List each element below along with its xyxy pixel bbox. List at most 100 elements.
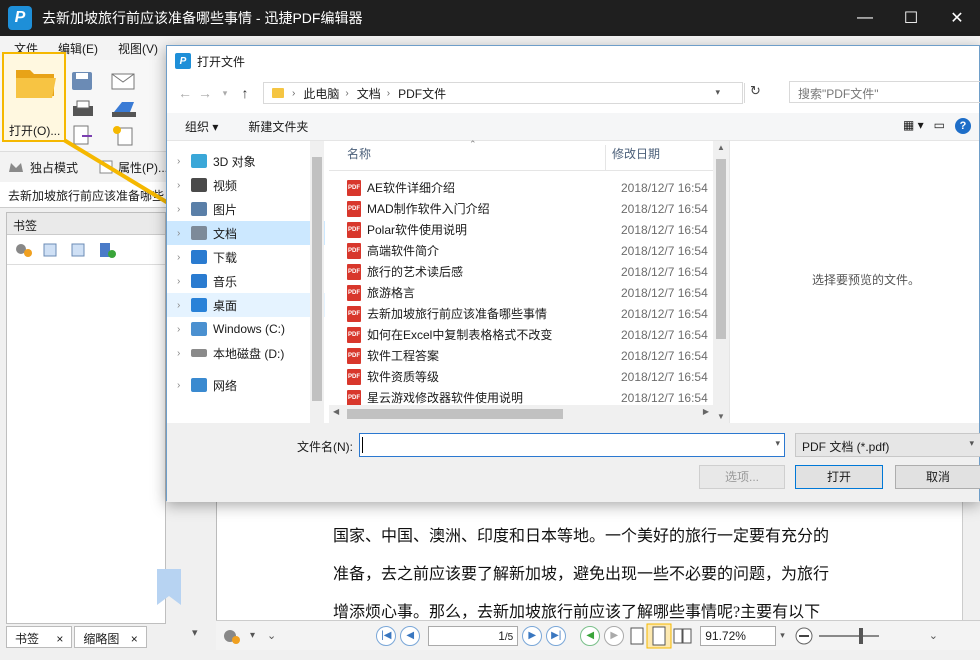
close-tab-icon[interactable]: × [56,632,63,646]
continuous-page-icon[interactable] [646,623,672,649]
chevron-right-icon[interactable]: › [177,228,191,239]
file-row[interactable]: PDF AE软件详细介绍 2018/12/7 16:54 [329,177,729,198]
next-page-button[interactable]: ▶ [522,625,543,646]
chevron-right-icon[interactable]: › [177,252,191,263]
preview-pane-icon[interactable]: ▭ [934,118,945,134]
add-bookmark-icon[interactable] [97,241,119,259]
file-row[interactable]: PDF MAD制作软件入门介绍 2018/12/7 16:54 [329,198,729,219]
nav-item-desktop[interactable]: › 桌面 [167,293,325,317]
back-arrow-icon[interactable]: ← [175,85,195,101]
status-more-chevron-icon[interactable]: ⌄ [929,629,938,642]
help-icon[interactable]: ? [955,118,971,134]
nav-item-3d-objects[interactable]: › 3D 对象 [167,149,325,173]
scrollbar-thumb[interactable] [312,157,322,401]
nav-item-network[interactable]: › 网络 [167,373,325,397]
address-dropdown-icon[interactable]: ▾ [715,87,720,98]
scroll-right-icon[interactable]: ▶ [703,407,709,416]
filetype-dropdown-icon[interactable]: ▾ [969,438,974,449]
file-row[interactable]: PDF 软件资质等级 2018/12/7 16:54 [329,366,729,387]
nav-item-videos[interactable]: › 视频 [167,173,325,197]
file-list-vscrollbar[interactable]: ▲ ▼ [713,141,729,423]
filetype-select[interactable]: PDF 文档 (*.pdf) ▾ [795,433,980,457]
chevron-right-icon[interactable]: › [177,204,191,215]
new-folder-button[interactable]: 新建文件夹 [248,118,308,135]
zoom-slider[interactable] [818,627,879,644]
menu-view[interactable]: 视图(V) [118,40,158,57]
chevron-right-icon[interactable]: › [177,380,191,391]
close-button[interactable]: ✕ [934,0,980,36]
organize-menu[interactable]: 组织 ▾ [185,118,218,135]
column-date-header[interactable]: 修改日期 [605,145,660,170]
file-row[interactable]: PDF 软件工程答案 2018/12/7 16:54 [329,345,729,366]
file-row[interactable]: PDF 去新加坡旅行前应该准备哪些事情 2018/12/7 16:54 [329,303,729,324]
file-row[interactable]: PDF 旅行的艺术读后感 2018/12/7 16:54 [329,261,729,282]
email-icon[interactable] [110,70,140,92]
nav-item-downloads[interactable]: › 下载 [167,245,325,269]
cancel-button[interactable]: 取消 [895,465,980,489]
status-gear-icon[interactable] [220,626,244,646]
options-button[interactable]: 选项... [699,465,785,489]
chevron-right-icon[interactable]: › [177,300,191,311]
file-list-hscrollbar[interactable]: ◀ ▶ [329,405,713,423]
file-row[interactable]: PDF 如何在Excel中复制表格格式不改变 2018/12/7 16:54 [329,324,729,345]
chevron-right-icon[interactable]: › [177,348,191,359]
document-scrollbar[interactable] [962,500,976,620]
export-doc-icon[interactable] [70,124,96,146]
tab-thumbnails[interactable]: 缩略图 × [74,626,147,648]
collapse-bookmark-icon[interactable] [69,241,91,259]
file-row[interactable]: PDF 高端软件简介 2018/12/7 16:54 [329,240,729,261]
nav-item-windows-c[interactable]: › Windows (C:) [167,317,325,341]
nav-item-local-disk-d[interactable]: › 本地磁盘 (D:) [167,341,325,365]
properties-button[interactable]: 属性(P)... [118,159,168,176]
close-tab-icon[interactable]: × [131,632,138,646]
filename-input[interactable]: ▾ [359,433,785,457]
forward-arrow-icon[interactable]: → [195,85,215,101]
file-row[interactable]: PDF Polar软件使用说明 2018/12/7 16:54 [329,219,729,240]
search-input[interactable]: 搜索"PDF文件" [789,81,980,103]
nav-item-music[interactable]: › 音乐 [167,269,325,293]
document-tab[interactable]: 去新加坡旅行前应该准备哪些 [0,182,170,208]
scan-icon[interactable] [110,98,140,120]
exclusive-mode-button[interactable]: 独占模式 [30,159,78,176]
file-row[interactable]: PDF 旅游格言 2018/12/7 16:54 [329,282,729,303]
recent-dropdown-icon[interactable]: ▾ [215,88,235,99]
settings-gear-icon[interactable] [13,241,35,259]
expand-bookmark-icon[interactable] [41,241,63,259]
scroll-left-icon[interactable]: ◀ [333,407,339,416]
scrollbar-thumb[interactable] [716,159,726,339]
chevron-right-icon[interactable]: › [177,156,191,167]
column-name-header[interactable]: ⌃ 名称 [329,139,605,170]
breadcrumb-this-pc[interactable]: 此电脑 [303,85,339,102]
scroll-down-icon[interactable]: ▼ [713,412,729,421]
page-number-input[interactable]: 1/5 [428,625,519,646]
address-bar[interactable]: › 此电脑 › 文档 › PDF文件 ▾ ↻ [263,82,761,104]
single-page-icon[interactable] [628,626,646,646]
collapse-chevron-icon[interactable]: ▾ [192,626,198,639]
expand-chevron-icon[interactable]: ⌄ [267,629,276,642]
filename-dropdown-icon[interactable]: ▾ [775,438,780,449]
nav-item-documents[interactable]: › 文档 [167,221,325,245]
breadcrumb-documents[interactable]: 文档 [357,85,381,102]
chevron-right-icon[interactable]: › [177,276,191,287]
chevron-right-icon[interactable]: › [177,324,191,335]
forward-button[interactable]: ▶ [604,625,625,646]
zoom-dropdown-icon[interactable]: ▾ [780,630,785,641]
tab-bookmarks[interactable]: 书签 × [6,626,73,648]
chevron-right-icon[interactable]: › [177,180,191,191]
scrollbar-thumb[interactable] [347,409,563,419]
save-icon[interactable] [70,70,96,92]
first-page-button[interactable]: |◀ [376,625,397,646]
zoom-input[interactable]: 91.72% [700,625,777,646]
nav-item-pictures[interactable]: › 图片 [167,197,325,221]
refresh-icon[interactable]: ↻ [744,83,766,103]
up-arrow-icon[interactable]: ↑ [235,85,255,101]
last-page-button[interactable]: ▶| [546,625,567,646]
breadcrumb-pdf-folder[interactable]: PDF文件 [398,85,446,102]
maximize-button[interactable]: ☐ [888,0,934,36]
view-options-icon[interactable]: ▦ ▾ [903,118,924,134]
back-button[interactable]: ◀ [580,625,601,646]
navigation-scrollbar[interactable] [310,141,324,423]
open-button[interactable]: 打开(O)... [2,52,66,142]
facing-pages-icon[interactable] [672,626,694,646]
new-doc-icon[interactable] [110,124,140,146]
